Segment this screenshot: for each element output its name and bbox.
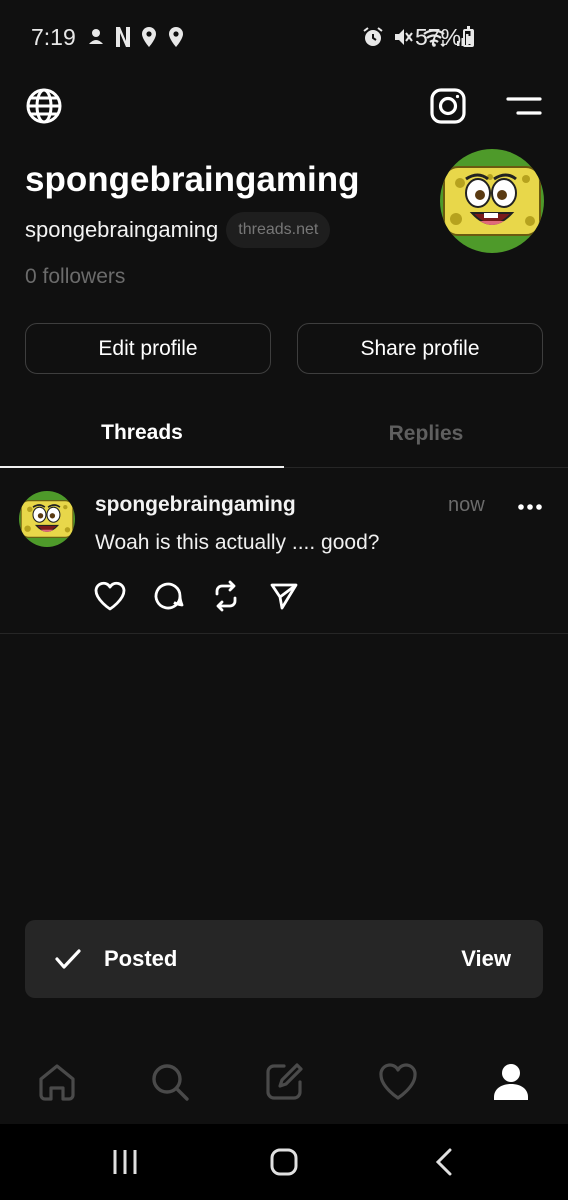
more-options-icon[interactable] [512, 493, 548, 521]
followers-count[interactable]: 0 followers [25, 265, 125, 289]
location-icon [167, 26, 185, 53]
posted-toast: Posted View [25, 920, 543, 998]
status-time: 7:19 [31, 24, 76, 50]
toast-message: Posted [104, 946, 178, 971]
home-button-icon[interactable] [268, 1148, 300, 1176]
post-actions [93, 579, 301, 613]
netflix-icon [115, 26, 131, 53]
location-icon [140, 26, 158, 53]
share-profile-button[interactable]: Share profile [297, 323, 543, 374]
tab-threads[interactable]: Threads [0, 400, 284, 468]
domain-badge[interactable]: threads.net [226, 212, 331, 248]
notification-icon [86, 27, 106, 52]
status-bar: 7:19 57% [0, 0, 568, 74]
repost-icon[interactable] [209, 579, 243, 613]
toast-view-button[interactable]: View [461, 946, 511, 972]
mute-icon [392, 26, 414, 53]
activity-icon[interactable] [374, 1058, 422, 1106]
battery-icon [463, 26, 474, 47]
bottom-navigation [0, 1040, 568, 1124]
recent-apps-icon[interactable] [110, 1148, 140, 1176]
heart-icon[interactable] [93, 579, 127, 613]
comment-icon[interactable] [151, 579, 185, 613]
profile-username: spongebraingaming [25, 217, 219, 242]
battery-percentage: 57% [415, 24, 462, 50]
instagram-icon[interactable] [428, 86, 468, 126]
edit-profile-button[interactable]: Edit profile [25, 323, 271, 374]
thread-post[interactable]: spongebraingaming now Woah is this actua… [0, 469, 568, 634]
checkmark-icon [55, 947, 81, 971]
menu-icon[interactable] [504, 92, 544, 120]
system-navigation-bar [0, 1124, 568, 1200]
post-username[interactable]: spongebraingaming [95, 493, 296, 517]
globe-icon[interactable] [24, 86, 64, 126]
post-avatar[interactable] [19, 491, 75, 547]
avatar[interactable] [440, 149, 544, 253]
profile-icon[interactable] [487, 1058, 535, 1106]
compose-icon[interactable] [260, 1058, 308, 1106]
status-left-icons [86, 26, 185, 53]
post-timestamp: now [448, 494, 485, 516]
threads-profile-screen: 7:19 57% spongebraingaming spongebrainga… [0, 0, 568, 1200]
search-icon[interactable] [146, 1058, 194, 1106]
back-icon[interactable] [432, 1148, 456, 1176]
home-icon[interactable] [33, 1058, 81, 1106]
profile-display-name: spongebraingaming [25, 160, 360, 199]
share-icon[interactable] [267, 579, 301, 613]
post-text: Woah is this actually .... good? [95, 531, 380, 554]
tab-replies[interactable]: Replies [284, 400, 568, 468]
profile-username-row: spongebraingaming threads.net [25, 212, 331, 248]
profile-tabs: Threads Replies [0, 400, 568, 468]
alarm-icon [362, 26, 384, 53]
